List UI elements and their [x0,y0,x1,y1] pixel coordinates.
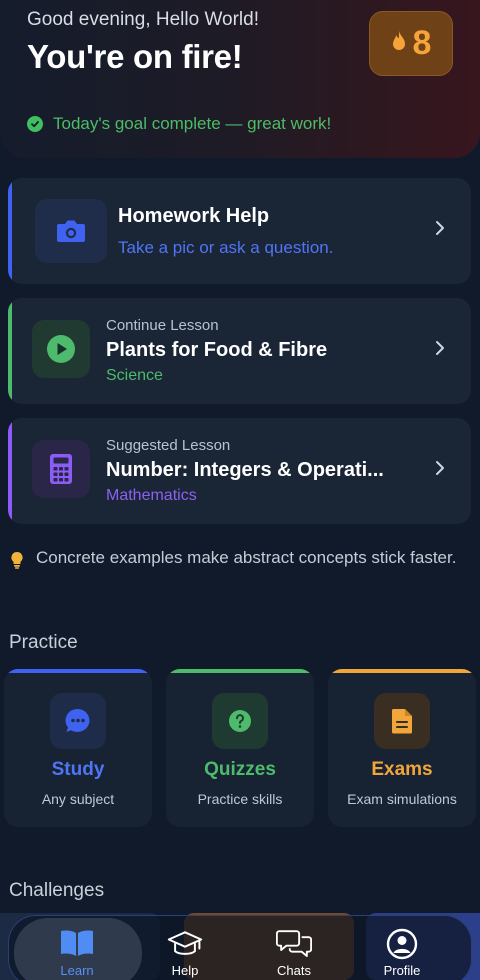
greeting-text: Good evening, Hello World! [27,9,259,30]
practice-tile-quizzes[interactable]: Quizzes Practice skills [166,669,314,827]
card-title: Plants for Food & Fibre [106,339,328,361]
chevron-right-icon [436,221,444,235]
homework-help-card[interactable]: Homework Help Take a pic or ask a questi… [8,178,471,284]
camera-icon [35,199,107,263]
suggested-lesson-card[interactable]: Suggested Lesson Number: Integers & Oper… [8,418,471,524]
card-subject: Mathematics [106,487,197,504]
tile-title: Quizzes [204,759,276,780]
card-accent-bar [8,298,12,404]
profile-icon [384,927,420,961]
question-icon [212,693,268,749]
nav-label: Profile [383,963,421,978]
practice-tile-study[interactable]: Study Any subject [4,669,152,827]
card-title: Homework Help [118,205,270,227]
goal-status: Today's goal complete — great work! [27,114,331,134]
tile-title: Exams [371,759,433,780]
card-kicker: Suggested Lesson [106,437,231,454]
nav-item-profile[interactable]: Profile [357,915,447,980]
practice-tile-exams[interactable]: Exams Exam simulations [328,669,476,827]
tip-text: Concrete examples make abstract concepts… [36,548,457,567]
check-circle-icon [27,116,43,132]
nav-label: Chats [277,963,311,978]
tile-accent-bar [328,669,476,673]
learn-screen: Good evening, Hello World! You're on fir… [0,0,480,980]
tip-row: Concrete examples make abstract concepts… [10,545,470,570]
continue-lesson-card[interactable]: Continue Lesson Plants for Food & Fibre … [8,298,471,404]
tile-subtitle: Exam simulations [347,791,457,807]
chat-bubble-icon [50,693,106,749]
lightbulb-icon [11,551,23,569]
chevron-right-icon [436,461,444,475]
nav-label: Help [171,963,199,978]
nav-item-chats[interactable]: Chats [249,915,339,980]
goal-text: Today's goal complete — great work! [53,114,332,133]
play-icon [32,320,90,378]
challenges-heading: Challenges [9,880,105,901]
tile-subtitle: Practice skills [197,791,283,807]
flame-icon [391,30,407,57]
card-kicker: Continue Lesson [106,317,219,334]
chevron-right-icon [436,341,444,355]
tile-accent-bar [166,669,314,673]
card-accent-bar [8,178,12,284]
tile-accent-bar [4,669,152,673]
book-icon [59,927,95,961]
tile-subtitle: Any subject [41,791,115,807]
nav-label: Learn [60,963,94,978]
hero-title: You're on fire! [27,38,243,75]
streak-badge[interactable]: 8 [369,11,453,76]
card-title: Number: Integers & Operati... [106,459,384,481]
tile-title: Study [51,759,105,780]
chats-icon [276,927,312,961]
nav-item-help[interactable]: Help [140,915,230,980]
nav-item-learn[interactable]: Learn [32,915,122,980]
graduation-cap-icon [167,927,203,961]
card-subject: Science [106,367,163,384]
practice-heading: Practice [9,632,78,653]
document-icon [374,693,430,749]
card-accent-bar [8,418,12,524]
calculator-icon [32,440,90,498]
streak-count: 8 [412,24,432,62]
card-subtitle: Take a pic or ask a question. [118,238,334,257]
